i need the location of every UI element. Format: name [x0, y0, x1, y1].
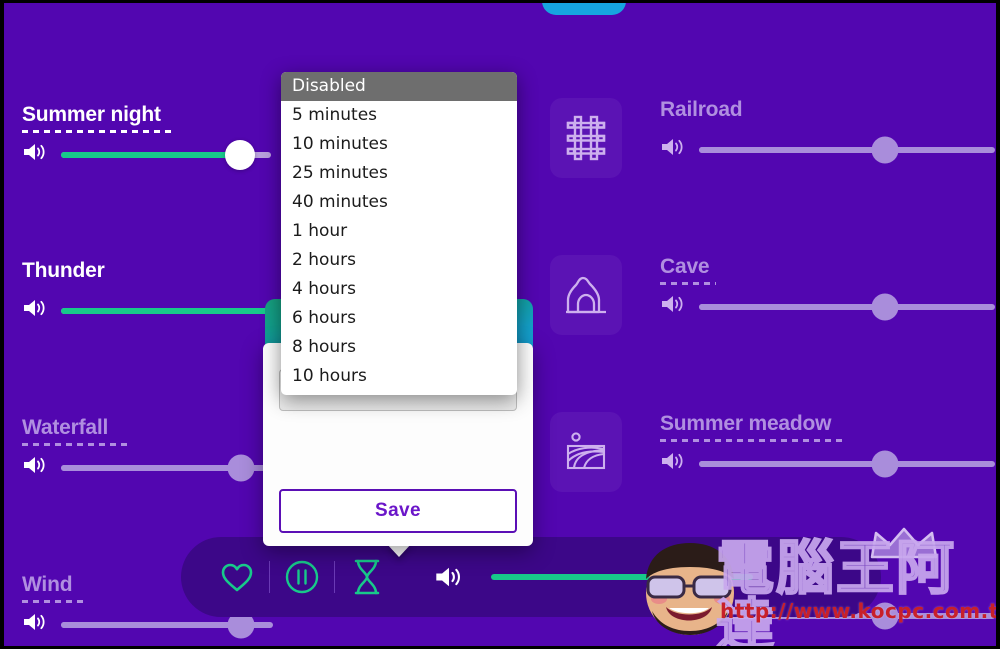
- speaker-icon: [22, 612, 48, 637]
- sound-label: Thunder: [22, 259, 105, 282]
- sound-row-railroad: Railroad: [550, 98, 995, 178]
- option-item[interactable]: 1 hour: [281, 217, 517, 246]
- app-window: Summer night Thunder Waterfall Wind Rail…: [0, 0, 1000, 649]
- master-volume-icon: [417, 565, 481, 589]
- option-item[interactable]: 2 hours: [281, 246, 517, 275]
- option-item[interactable]: 10 hours: [281, 362, 517, 391]
- sound-row-waterfall: Waterfall: [22, 416, 284, 482]
- sound-row-summer-night: Summer night: [22, 103, 284, 170]
- speaker-icon: [22, 142, 48, 167]
- volume-slider[interactable]: [61, 454, 273, 482]
- crown-icon: [870, 527, 938, 559]
- favorite-button[interactable]: [205, 562, 269, 593]
- sound-label: Summer meadow: [660, 412, 832, 435]
- timer-option-list: Disabled 5 minutes 10 minutes 25 minutes…: [281, 72, 517, 395]
- sound-row-cave: Cave: [550, 255, 995, 335]
- speaker-icon: [22, 455, 48, 480]
- sound-label: Cave: [660, 255, 710, 278]
- option-item[interactable]: 25 minutes: [281, 159, 517, 188]
- sound-label: Railroad: [660, 98, 743, 121]
- volume-slider[interactable]: [61, 139, 271, 170]
- timer-button[interactable]: [335, 558, 399, 596]
- speaker-icon: [660, 294, 686, 319]
- option-item[interactable]: 8 hours: [281, 333, 517, 362]
- sound-row-thunder: Thunder: [22, 259, 284, 323]
- sound-label: Waterfall: [22, 416, 109, 439]
- play-pause-button[interactable]: [270, 559, 334, 595]
- save-button[interactable]: Save: [279, 489, 517, 533]
- railroad-icon: [550, 98, 622, 178]
- volume-slider[interactable]: [699, 450, 995, 478]
- speaker-icon: [660, 451, 686, 476]
- sound-underline: [660, 282, 716, 286]
- volume-slider[interactable]: [61, 307, 273, 314]
- sound-underline: [22, 130, 174, 134]
- option-item[interactable]: 5 minutes: [281, 101, 517, 130]
- playback-control-bar: [181, 537, 881, 617]
- volume-slider[interactable]: [699, 136, 995, 164]
- option-item[interactable]: Disabled: [281, 72, 517, 101]
- top-cyan-tab[interactable]: [542, 3, 626, 15]
- sound-underline: [22, 443, 130, 447]
- sound-underline: [22, 600, 84, 604]
- speaker-icon: [660, 137, 686, 162]
- option-item[interactable]: 40 minutes: [281, 188, 517, 217]
- sound-row-summer-meadow: Summer meadow: [550, 412, 995, 492]
- option-item[interactable]: 4 hours: [281, 275, 517, 304]
- cave-icon: [550, 255, 622, 335]
- speaker-icon: [22, 298, 48, 323]
- option-item[interactable]: 10 minutes: [281, 130, 517, 159]
- volume-slider[interactable]: [61, 611, 273, 639]
- volume-slider[interactable]: [699, 293, 995, 321]
- meadow-icon: [550, 412, 622, 492]
- master-volume-slider[interactable]: [491, 574, 753, 580]
- sound-underline: [660, 439, 846, 443]
- option-item[interactable]: 6 hours: [281, 304, 517, 333]
- sound-label: Summer night: [22, 103, 161, 126]
